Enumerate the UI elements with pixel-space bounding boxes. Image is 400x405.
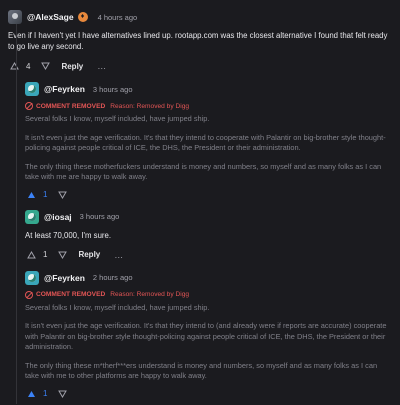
avatar[interactable] — [25, 270, 39, 285]
comment-header: @iosaj 3 hours ago — [25, 208, 400, 226]
comment-paragraph: The only thing these motherfuckers under… — [25, 161, 382, 182]
comment-body: Even if I haven't yet I have alternative… — [8, 31, 388, 51]
comment-feyrken-2: @Feyrken 2 hours ago COMMENT REMOVED Rea… — [25, 269, 400, 404]
timestamp: 4 hours ago — [97, 12, 138, 22]
more-options-icon[interactable]: … — [114, 250, 124, 260]
comment-feyrken-1: @Feyrken 3 hours ago COMMENT REMOVED Rea… — [16, 80, 400, 404]
upvote-icon[interactable] — [25, 249, 37, 261]
username[interactable]: @Feyrken — [44, 84, 85, 94]
timestamp: 3 hours ago — [92, 84, 133, 94]
comment-header: @Feyrken 2 hours ago — [25, 269, 400, 287]
vote-count: 1 — [43, 250, 48, 259]
comment-paragraph: Several folks I know, myself included, h… — [25, 114, 210, 123]
username[interactable]: @AlexSage — [27, 12, 74, 22]
comment-header: @Feyrken 3 hours ago — [25, 80, 400, 98]
vote-count: 1 — [43, 389, 48, 398]
comment-body: At least 70,000, I'm sure. — [25, 230, 111, 240]
timestamp: 3 hours ago — [79, 212, 120, 221]
comment-paragraph: It isn't even just the age verification.… — [25, 132, 386, 153]
comment-paragraph: Several folks I know, myself included, h… — [25, 302, 210, 312]
removed-notice: COMMENT REMOVED Reason: Removed by Digg — [25, 100, 400, 112]
removed-reason: Reason: Removed by Digg — [110, 102, 190, 110]
comment-actions: 1 — [25, 384, 400, 404]
username[interactable]: @Feyrken — [44, 273, 85, 283]
comment-actions: 1 Reply … — [25, 245, 400, 265]
avatar[interactable] — [25, 209, 39, 224]
upvote-icon[interactable] — [8, 60, 20, 72]
more-options-icon[interactable]: … — [97, 61, 107, 71]
upvote-icon[interactable] — [25, 388, 37, 400]
comment-paragraph: It isn't even just the age verification.… — [25, 321, 387, 351]
comment-iosaj: @iosaj 3 hours ago At least 70,000, I'm … — [25, 208, 400, 404]
comment-actions: 4 Reply … — [8, 56, 400, 76]
removed-icon — [25, 290, 33, 299]
downvote-icon[interactable] — [56, 388, 68, 400]
comment-header: @AlexSage ♦ 4 hours ago — [8, 8, 400, 26]
removed-reason: Reason: Removed by Digg — [110, 291, 190, 298]
downvote-icon[interactable] — [39, 60, 51, 72]
vote-count: 4 — [26, 61, 31, 71]
vote-count: 1 — [43, 190, 48, 199]
avatar[interactable] — [25, 82, 39, 96]
comment-body: Several folks I know, myself included, h… — [25, 114, 400, 183]
comment-body: Several folks I know, myself included, h… — [25, 303, 400, 382]
upvote-icon[interactable] — [25, 189, 37, 201]
removed-label: COMMENT REMOVED — [36, 291, 106, 298]
timestamp: 2 hours ago — [92, 273, 133, 282]
reply-button[interactable]: Reply — [78, 250, 100, 259]
downvote-icon[interactable] — [56, 249, 68, 261]
comment-actions: 1 — [25, 185, 400, 205]
removed-notice: COMMENT REMOVED Reason: Removed by Digg — [25, 289, 400, 301]
removed-label: COMMENT REMOVED — [36, 102, 106, 110]
reply-button[interactable]: Reply — [61, 62, 83, 71]
downvote-icon[interactable] — [56, 189, 68, 201]
avatar[interactable] — [8, 10, 22, 24]
user-badge-icon: ♦ — [77, 12, 88, 22]
comment-alexsage: @AlexSage ♦ 4 hours ago Even if I haven'… — [0, 0, 400, 404]
comment-paragraph: The only thing these m*therf***ers under… — [25, 360, 378, 381]
removed-icon — [25, 102, 33, 110]
username[interactable]: @iosaj — [44, 212, 72, 222]
